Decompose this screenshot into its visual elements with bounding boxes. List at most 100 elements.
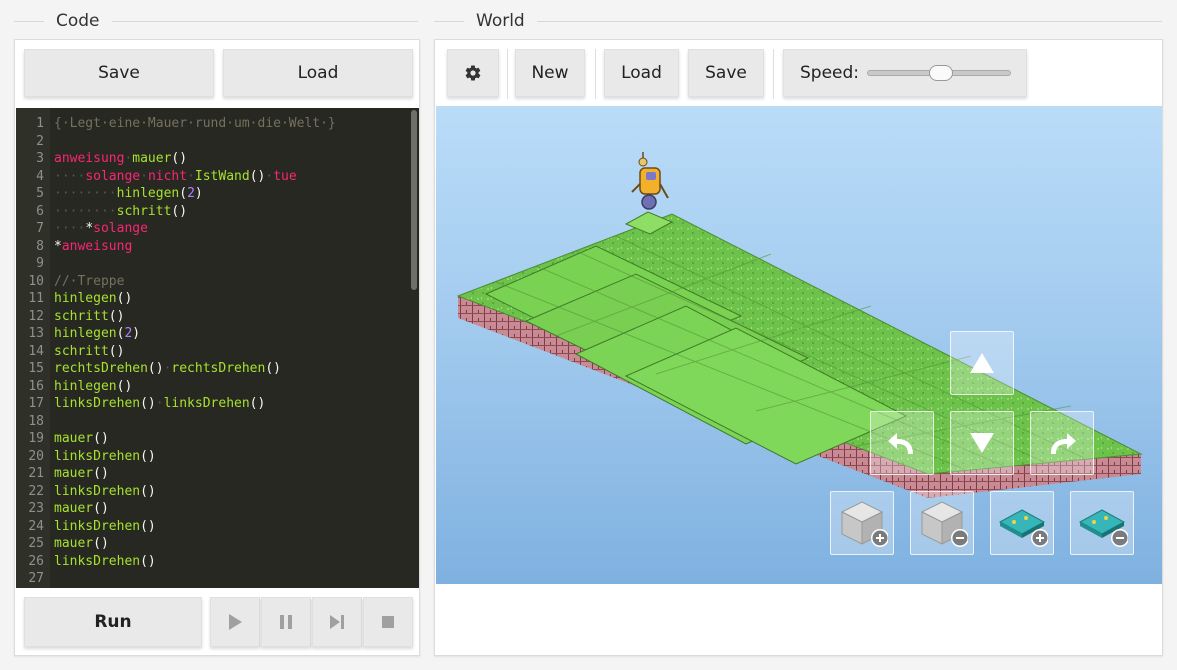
move-back-button[interactable]	[950, 411, 1014, 475]
code-token: rechtsDrehen	[171, 361, 266, 376]
remove-marker-button[interactable]	[1070, 491, 1134, 555]
code-line[interactable]: 3 anweisung·mauer()	[16, 150, 411, 168]
code-token: )	[194, 186, 203, 201]
settings-button[interactable]	[447, 49, 499, 97]
add-marker-button[interactable]	[990, 491, 1054, 555]
arrow-down-icon	[970, 433, 994, 453]
code-token: schritt	[54, 308, 109, 324]
code-token: ()	[265, 361, 281, 376]
line-number: 6	[36, 203, 44, 219]
code-token: ()	[116, 378, 133, 394]
code-line[interactable]: 12 schritt()	[16, 308, 411, 326]
stop-button[interactable]	[363, 597, 413, 647]
step-button[interactable]	[312, 597, 362, 647]
code-token: mauer	[54, 536, 94, 551]
code-token: linksDrehen	[163, 396, 250, 411]
code-line[interactable]: 10 //·Treppe	[16, 273, 411, 291]
world-view[interactable]	[436, 106, 1162, 584]
line-number: 26	[28, 553, 44, 569]
speed-slider[interactable]	[867, 65, 1012, 81]
code-line[interactable]: 16 hinlegen()	[16, 378, 411, 396]
code-line[interactable]: 6 ········schritt()	[16, 203, 411, 221]
code-line[interactable]: 15 rechtsDrehen()·rechtsDrehen()	[16, 360, 411, 378]
code-save-button[interactable]: Save	[24, 49, 214, 97]
code-line[interactable]: 27	[16, 570, 411, 588]
code-line[interactable]: 4 ····solange·nicht·IstWand()·tue	[16, 168, 411, 186]
code-line[interactable]: 7 ····*solange	[16, 220, 411, 238]
code-token: ·	[265, 168, 274, 184]
code-line[interactable]: 23 mauer()	[16, 500, 411, 518]
code-token: (	[179, 186, 188, 201]
code-line[interactable]: 19 mauer()	[16, 430, 411, 448]
code-token: anweisung	[61, 238, 133, 254]
line-number: 15	[28, 361, 44, 376]
code-line[interactable]: 18	[16, 413, 411, 431]
code-line[interactable]: 1 {·Legt·eine·Mauer·rund·um·die·Welt·}	[16, 115, 411, 133]
editor-scrollbar[interactable]	[411, 110, 417, 290]
code-line[interactable]: 8 *anweisung	[16, 238, 411, 256]
line-number: 24	[28, 518, 44, 534]
code-token: schritt	[54, 343, 109, 359]
turn-right-button[interactable]	[1030, 411, 1094, 475]
line-number: 9	[36, 256, 44, 271]
code-line[interactable]: 26 linksDrehen()	[16, 553, 411, 571]
line-number: 20	[28, 448, 44, 464]
legend-line	[111, 20, 418, 22]
code-line[interactable]: 20 linksDrehen()	[16, 448, 411, 466]
code-text: mauer()	[54, 500, 109, 518]
code-section-title: Code	[56, 11, 100, 31]
world-load-button[interactable]: Load	[604, 49, 679, 97]
code-token: ()	[249, 168, 266, 184]
code-token: mauer	[54, 431, 94, 446]
world-save-button[interactable]: Save	[688, 49, 764, 97]
code-token: ()	[93, 536, 109, 551]
code-text: schritt()	[54, 308, 124, 326]
code-token: IstWand	[194, 168, 250, 184]
code-token: //·Treppe	[54, 273, 125, 289]
toolbar-divider	[773, 49, 774, 99]
code-line[interactable]: 25 mauer()	[16, 535, 411, 553]
code-token: ()	[140, 483, 156, 499]
code-line[interactable]: 24 linksDrehen()	[16, 518, 411, 536]
code-token: ()	[140, 518, 156, 534]
play-icon	[229, 614, 242, 630]
code-load-button[interactable]: Load	[223, 49, 413, 97]
code-token: ········	[54, 203, 117, 219]
code-line[interactable]: 21 mauer()	[16, 465, 411, 483]
run-button[interactable]: Run	[24, 597, 202, 647]
code-line[interactable]: 22 linksDrehen()	[16, 483, 411, 501]
code-token: ········	[54, 186, 117, 201]
pause-button[interactable]	[261, 597, 311, 647]
code-token: nicht	[147, 168, 188, 184]
code-line[interactable]: 17 linksDrehen()·linksDrehen()	[16, 395, 411, 413]
code-text: ····solange·nicht·IstWand()·tue	[54, 168, 297, 186]
code-token: ()	[140, 448, 156, 464]
remove-brick-icon	[920, 501, 968, 547]
remove-brick-button[interactable]	[910, 491, 974, 555]
line-number: 12	[28, 308, 44, 324]
turn-left-button[interactable]	[870, 411, 934, 475]
play-button[interactable]	[210, 597, 260, 647]
line-number: 4	[36, 168, 44, 184]
code-line[interactable]: 13 hinlegen(2)	[16, 325, 411, 343]
line-number: 13	[28, 326, 44, 341]
speed-slider-thumb[interactable]	[929, 65, 954, 81]
code-line[interactable]: 9	[16, 255, 411, 273]
code-token: ·	[187, 168, 195, 184]
add-brick-button[interactable]	[830, 491, 894, 555]
code-line[interactable]: 2	[16, 133, 411, 151]
code-token: ()	[93, 431, 109, 446]
code-token: ·	[155, 396, 164, 411]
code-editor[interactable]: 1 {·Legt·eine·Mauer·rund·um·die·Welt·} 2 3 a…	[16, 108, 419, 588]
code-line[interactable]: 11 hinlegen()	[16, 290, 411, 308]
robot-karol	[631, 152, 669, 210]
code-line[interactable]: 14 schritt()	[16, 343, 411, 361]
code-line[interactable]: 5 ········hinlegen(2)	[16, 185, 411, 203]
code-token: hinlegen	[54, 291, 117, 306]
move-forward-button[interactable]	[950, 331, 1014, 395]
world-new-button[interactable]: New	[515, 49, 585, 97]
code-token: tue	[273, 168, 297, 184]
code-text: linksDrehen()·linksDrehen()	[54, 395, 265, 413]
line-number: 2	[36, 133, 44, 149]
code-token: ()	[140, 553, 156, 569]
